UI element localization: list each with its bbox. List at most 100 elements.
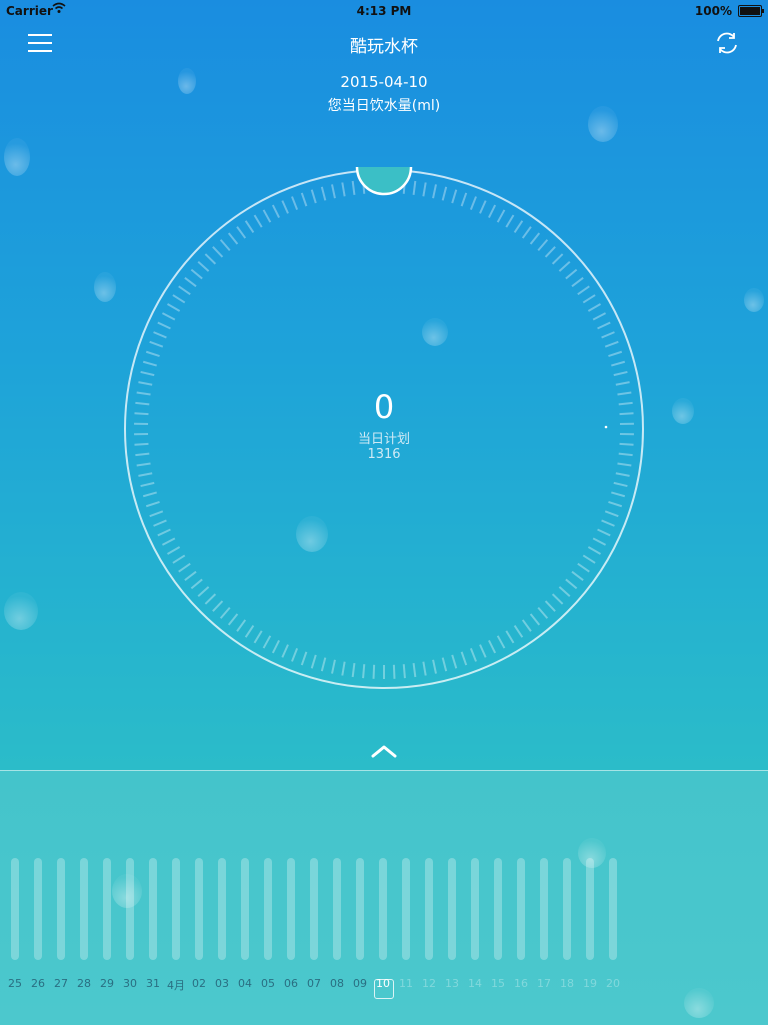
dial-tick	[167, 547, 179, 554]
dial-tick	[423, 183, 425, 197]
history-bar[interactable]	[333, 858, 341, 960]
dial-tick	[593, 313, 605, 319]
dial-tick	[572, 572, 583, 580]
history-bar[interactable]	[563, 858, 571, 960]
history-date-label[interactable]: 12	[417, 977, 441, 990]
dial-tick	[302, 193, 307, 206]
history-date-label[interactable]: 04	[233, 977, 257, 990]
dial-tick	[162, 538, 174, 544]
history-bar[interactable]	[287, 858, 295, 960]
chevron-up-icon[interactable]	[370, 742, 398, 760]
history-bar[interactable]	[80, 858, 88, 960]
history-date-label[interactable]: 19	[578, 977, 602, 990]
dial-tick	[191, 270, 202, 279]
history-bar[interactable]	[356, 858, 364, 960]
dial-tick	[578, 564, 589, 572]
progress-indicator[interactable]: 0 %	[357, 167, 411, 194]
dial-tick	[264, 210, 271, 222]
dial-tick	[198, 262, 208, 271]
dial-tick	[198, 587, 208, 596]
dial-tick	[443, 658, 446, 672]
history-bar[interactable]	[149, 858, 157, 960]
history-date-label[interactable]: 29	[95, 977, 119, 990]
dial-tick	[489, 640, 495, 653]
history-date-label[interactable]: 27	[49, 977, 73, 990]
history-date-label[interactable]: 09	[348, 977, 372, 990]
nav-bar: 酷玩水杯	[0, 22, 768, 66]
history-bar[interactable]	[425, 858, 433, 960]
dial-tick	[246, 221, 254, 233]
dial-tick	[282, 645, 288, 658]
history-bar[interactable]	[379, 858, 387, 960]
history-bar[interactable]	[34, 858, 42, 960]
history-date-label[interactable]: 4月	[164, 977, 188, 993]
selected-date-highlight	[374, 979, 394, 999]
history-date-label[interactable]: 26	[26, 977, 50, 990]
dial-tick	[332, 184, 335, 198]
history-bar[interactable]	[494, 858, 502, 960]
history-bar[interactable]	[448, 858, 456, 960]
history-date-label[interactable]: 31	[141, 977, 165, 990]
history-bar[interactable]	[586, 858, 594, 960]
history-bar[interactable]	[402, 858, 410, 960]
dial-tick	[141, 483, 155, 486]
history-date-label[interactable]: 03	[210, 977, 234, 990]
history-bar[interactable]	[540, 858, 548, 960]
dial-tick	[185, 278, 196, 286]
history-date-label[interactable]: 14	[463, 977, 487, 990]
battery-percent: 100%	[695, 4, 732, 18]
history-bar[interactable]	[517, 858, 525, 960]
dial-tick	[292, 648, 297, 661]
history-date-label[interactable]: 17	[532, 977, 556, 990]
refresh-icon[interactable]	[714, 30, 740, 56]
dial-tick	[480, 645, 486, 658]
history-bar[interactable]	[471, 858, 479, 960]
dial-tick	[246, 626, 254, 638]
history-date-label[interactable]: 02	[187, 977, 211, 990]
history-bar[interactable]	[218, 858, 226, 960]
history-date-label[interactable]: 28	[72, 977, 96, 990]
dial-tick	[254, 631, 261, 643]
history-date-label[interactable]: 25	[3, 977, 27, 990]
history-bar[interactable]	[195, 858, 203, 960]
history-date-label[interactable]: 11	[394, 977, 418, 990]
dial-tick	[254, 215, 261, 227]
history-date-label[interactable]: 07	[302, 977, 326, 990]
dial-tick	[546, 601, 556, 611]
dial-tick	[273, 640, 279, 653]
history-date-label[interactable]: 18	[555, 977, 579, 990]
dial-tick	[154, 520, 167, 525]
dial-tick	[602, 520, 615, 525]
dial-tick	[498, 636, 505, 648]
history-bar[interactable]	[172, 858, 180, 960]
dial-tick	[471, 648, 476, 661]
history-date-label[interactable]: 16	[509, 977, 533, 990]
dial-tick	[608, 502, 621, 506]
history-bar[interactable]	[241, 858, 249, 960]
dial-tick	[572, 278, 583, 286]
history-bar[interactable]	[126, 858, 134, 960]
dial-tick	[443, 187, 446, 201]
history-bar[interactable]	[57, 858, 65, 960]
dial-tick	[538, 240, 547, 251]
dial-tick	[138, 473, 152, 476]
history-date-label[interactable]: 20	[601, 977, 625, 990]
history-date-label[interactable]: 08	[325, 977, 349, 990]
dial-tick	[515, 626, 523, 638]
history-date-label[interactable]: 06	[279, 977, 303, 990]
history-date-label[interactable]: 05	[256, 977, 280, 990]
history-date-label[interactable]: 13	[440, 977, 464, 990]
dial-tick	[452, 655, 456, 668]
history-date-label[interactable]: 15	[486, 977, 510, 990]
history-bar[interactable]	[310, 858, 318, 960]
history-bar[interactable]	[609, 858, 617, 960]
dial-tick	[506, 215, 513, 227]
dial-tick	[566, 579, 577, 588]
history-bar[interactable]	[264, 858, 272, 960]
dial-tick	[605, 342, 618, 347]
current-date: 2015-04-10	[0, 73, 768, 91]
history-bar[interactable]	[103, 858, 111, 960]
dial-tick	[531, 614, 540, 625]
history-bar[interactable]	[11, 858, 19, 960]
history-date-label[interactable]: 30	[118, 977, 142, 990]
